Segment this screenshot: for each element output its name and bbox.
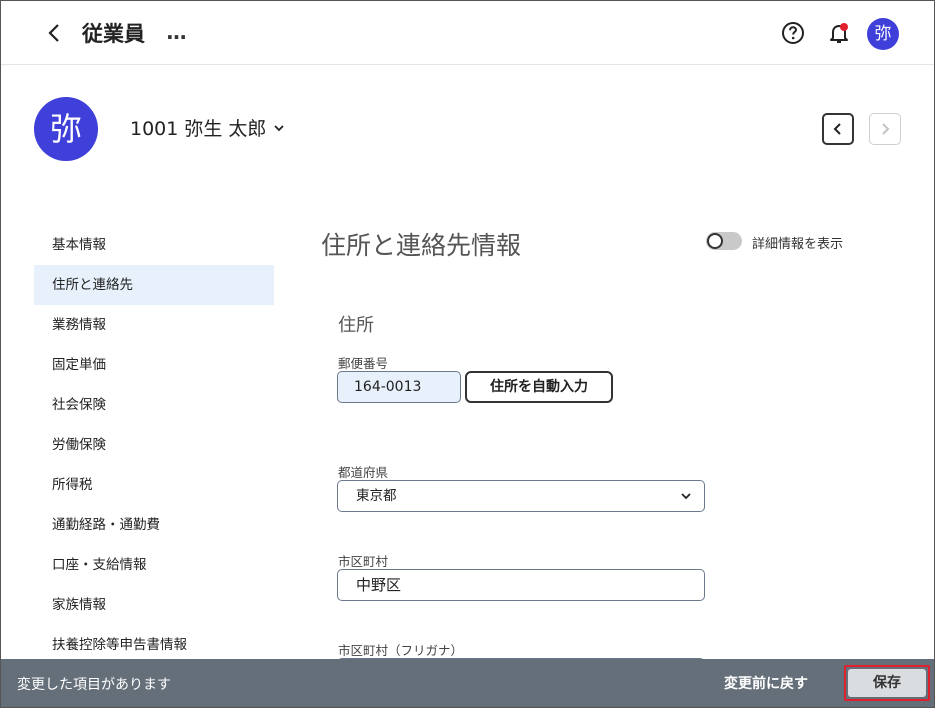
city-input[interactable]: 中野区 [337,569,705,601]
chevron-left-icon [833,123,841,135]
prefecture-value: 東京都 [356,488,397,504]
sidebar-item-fixed-rate[interactable]: 固定単価 [34,345,274,385]
postal-code-label: 郵便番号 [338,356,389,371]
chevron-down-icon [681,493,691,500]
sidebar-item-bank-payment[interactable]: 口座・支給情報 [34,545,274,585]
help-button[interactable] [781,21,805,45]
unsaved-changes-message: 変更した項目があります [17,677,171,693]
more-options-button[interactable]: … [163,19,191,47]
sidebar-item-address-contact[interactable]: 住所と連絡先 [34,265,274,305]
postal-code-input[interactable]: 164-0013 [337,371,461,403]
detail-toggle[interactable] [706,232,742,250]
toggle-knob [707,233,723,249]
prefecture-select[interactable]: 東京都 [337,480,705,512]
save-button[interactable]: 保存 [844,665,930,701]
page-title: 従業員 [82,22,145,46]
subsection-title: 住所 [338,315,374,336]
sidebar-item-labor-insurance[interactable]: 労働保険 [34,425,274,465]
autofill-address-button[interactable]: 住所を自動入力 [465,371,613,403]
employee-selector[interactable]: 1001 弥生 太郎 [130,114,286,141]
chevron-right-icon [882,123,890,135]
user-avatar[interactable]: 弥 [867,18,899,50]
employee-name: 1001 弥生 太郎 [130,118,267,140]
back-button[interactable] [41,19,69,47]
section-title: 住所と連絡先情報 [321,231,522,260]
sidebar-item-income-tax[interactable]: 所得税 [34,465,274,505]
chevron-down-icon [274,124,285,131]
notification-dot [840,23,848,31]
help-icon [782,22,804,44]
unsaved-changes-bar: 変更した項目があります 変更前に戻す 保存 [1,659,934,707]
revert-button[interactable]: 変更前に戻す [724,673,808,693]
sidebar-item-social-insurance[interactable]: 社会保険 [34,385,274,425]
chevron-left-icon [48,24,59,42]
sidebar-item-commute[interactable]: 通勤経路・通勤費 [34,505,274,545]
sidebar-item-family[interactable]: 家族情報 [34,585,274,625]
sidebar: 基本情報 住所と連絡先 業務情報 固定単価 社会保険 労働保険 所得税 通勤経路… [34,225,274,665]
city-kana-label: 市区町村（フリガナ） [338,643,464,658]
previous-employee-button[interactable] [822,113,854,145]
prefecture-label: 都道府県 [338,465,389,480]
app-header: 従業員 … 弥 [1,1,934,65]
save-button-label: 保存 [848,669,926,697]
sidebar-item-work-info[interactable]: 業務情報 [34,305,274,345]
city-label: 市区町村 [338,554,389,569]
employee-avatar: 弥 [34,97,98,161]
sidebar-item-basic-info[interactable]: 基本情報 [34,225,274,265]
next-employee-button[interactable] [869,113,901,145]
detail-toggle-label: 詳細情報を表示 [752,237,844,252]
